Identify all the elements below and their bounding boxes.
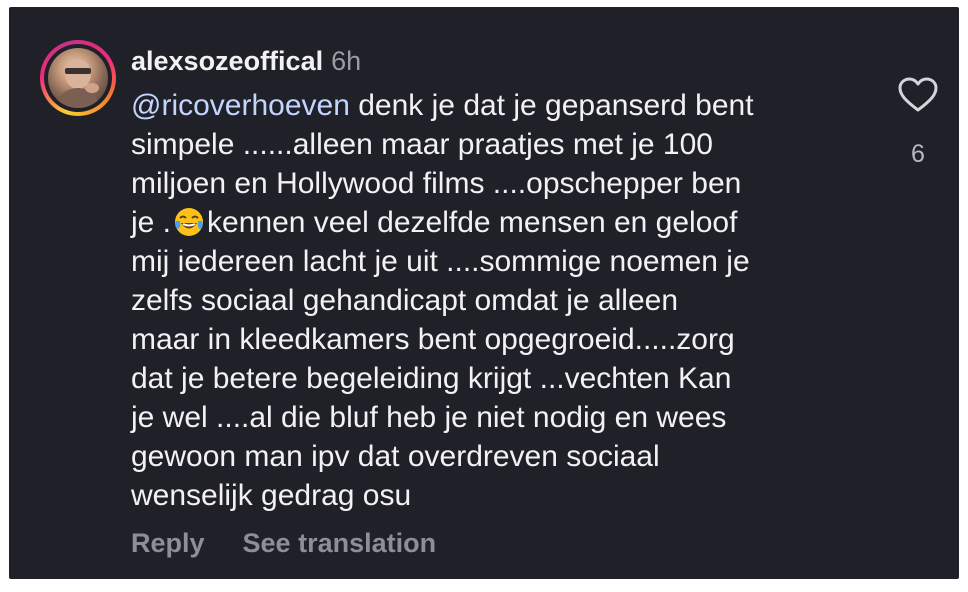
comment-header: alexsozeoffical 6h	[131, 41, 361, 81]
heart-outline-icon[interactable]	[898, 77, 938, 113]
comment-card: alexsozeoffical 6h @ricoverhoeven denk je…	[9, 7, 959, 579]
like-area: 6	[889, 77, 947, 169]
comment-actions: Reply See translation	[131, 523, 436, 563]
mention-link[interactable]: @ricoverhoeven	[131, 89, 350, 122]
like-count: 6	[911, 140, 925, 168]
comment-text: @ricoverhoeven denk je dat je gepanserd …	[131, 89, 754, 512]
see-translation-button[interactable]: See translation	[243, 528, 437, 558]
timestamp: 6h	[331, 46, 362, 76]
reply-button[interactable]: Reply	[131, 528, 205, 558]
face-with-tears-of-joy-icon	[175, 208, 204, 236]
username[interactable]: alexsozeoffical	[131, 46, 323, 76]
avatar[interactable]	[40, 40, 116, 116]
avatar-photo	[48, 48, 108, 108]
